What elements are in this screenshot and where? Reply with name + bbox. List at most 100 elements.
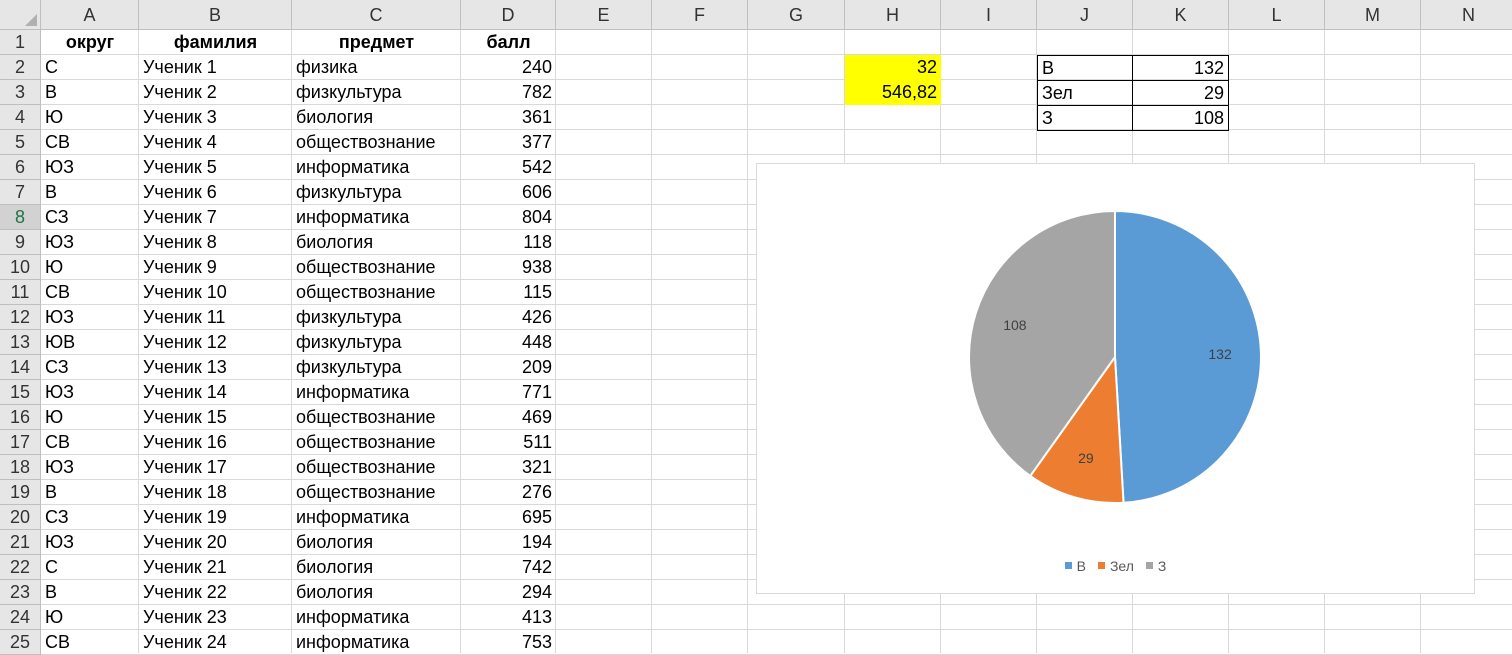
cell-familiya[interactable]: Ученик 15 bbox=[139, 405, 292, 430]
column-header-n[interactable]: N bbox=[1421, 0, 1512, 30]
cell-predmet[interactable]: физика bbox=[292, 55, 461, 80]
cell-predmet[interactable]: физкультура bbox=[292, 355, 461, 380]
cell-ball[interactable]: 377 bbox=[461, 130, 556, 155]
cell-familiya[interactable]: Ученик 16 bbox=[139, 430, 292, 455]
cell-ball[interactable]: 511 bbox=[461, 430, 556, 455]
cell-okrug[interactable]: С bbox=[41, 555, 139, 580]
row-header-20[interactable]: 20 bbox=[0, 505, 41, 530]
cell-okrug[interactable]: СЗ bbox=[41, 355, 139, 380]
row-header-6[interactable]: 6 bbox=[0, 155, 41, 180]
row-header-10[interactable]: 10 bbox=[0, 255, 41, 280]
cell-familiya[interactable]: Ученик 2 bbox=[139, 80, 292, 105]
cell-okrug[interactable]: В bbox=[41, 480, 139, 505]
legend-item-2[interactable]: Зел bbox=[1097, 558, 1134, 574]
cell-okrug[interactable]: ЮВ bbox=[41, 330, 139, 355]
column-header-b[interactable]: B bbox=[139, 0, 292, 30]
cell-ball[interactable]: 413 bbox=[461, 605, 556, 630]
cell-familiya[interactable]: Ученик 23 bbox=[139, 605, 292, 630]
cell-predmet[interactable]: информатика bbox=[292, 630, 461, 655]
cell-predmet[interactable]: биология bbox=[292, 230, 461, 255]
cell-okrug[interactable]: ЮЗ bbox=[41, 380, 139, 405]
cell-familiya[interactable]: Ученик 12 bbox=[139, 330, 292, 355]
row-header-9[interactable]: 9 bbox=[0, 230, 41, 255]
cell-predmet[interactable]: информатика bbox=[292, 605, 461, 630]
cell-predmet[interactable]: обществознание bbox=[292, 130, 461, 155]
cell-predmet[interactable]: информатика bbox=[292, 205, 461, 230]
row-header-4[interactable]: 4 bbox=[0, 105, 41, 130]
cell-familiya[interactable]: Ученик 14 bbox=[139, 380, 292, 405]
summary-value[interactable]: 132 bbox=[1132, 55, 1229, 81]
cell-familiya[interactable]: Ученик 6 bbox=[139, 180, 292, 205]
row-header-7[interactable]: 7 bbox=[0, 180, 41, 205]
cell-okrug[interactable]: С bbox=[41, 55, 139, 80]
cell-ball[interactable]: 782 bbox=[461, 80, 556, 105]
legend-item-1[interactable]: В bbox=[1064, 558, 1086, 574]
cell-ball[interactable]: 194 bbox=[461, 530, 556, 555]
cell-ball[interactable]: 448 bbox=[461, 330, 556, 355]
row-header-24[interactable]: 24 bbox=[0, 605, 41, 630]
cell-familiya[interactable]: Ученик 3 bbox=[139, 105, 292, 130]
cell-ball[interactable]: 606 bbox=[461, 180, 556, 205]
cell-predmet[interactable]: физкультура bbox=[292, 180, 461, 205]
cell-h3[interactable]: 546,82 bbox=[845, 80, 941, 105]
cell-okrug[interactable]: Ю bbox=[41, 255, 139, 280]
row-header-3[interactable]: 3 bbox=[0, 80, 41, 105]
cell-predmet[interactable]: обществознание bbox=[292, 255, 461, 280]
cell-familiya[interactable]: Ученик 22 bbox=[139, 580, 292, 605]
column-header-c[interactable]: C bbox=[292, 0, 461, 30]
cell-familiya[interactable]: Ученик 19 bbox=[139, 505, 292, 530]
cell-familiya[interactable]: Ученик 9 bbox=[139, 255, 292, 280]
header-predmet[interactable]: предмет bbox=[292, 30, 461, 55]
column-header-k[interactable]: K bbox=[1133, 0, 1229, 30]
cell-ball[interactable]: 276 bbox=[461, 480, 556, 505]
cell-familiya[interactable]: Ученик 18 bbox=[139, 480, 292, 505]
cell-predmet[interactable]: обществознание bbox=[292, 480, 461, 505]
cell-okrug[interactable]: Ю bbox=[41, 605, 139, 630]
cell-ball[interactable]: 240 bbox=[461, 55, 556, 80]
cell-h2[interactable]: 32 bbox=[845, 55, 941, 80]
cell-familiya[interactable]: Ученик 4 bbox=[139, 130, 292, 155]
pie-slice-1[interactable] bbox=[1114, 209, 1262, 504]
cell-okrug[interactable]: ЮЗ bbox=[41, 305, 139, 330]
cell-ball[interactable]: 938 bbox=[461, 255, 556, 280]
column-header-e[interactable]: E bbox=[556, 0, 652, 30]
summary-label[interactable]: В bbox=[1037, 55, 1133, 81]
summary-value[interactable]: 29 bbox=[1132, 80, 1229, 106]
row-header-2[interactable]: 2 bbox=[0, 55, 41, 80]
row-header-8[interactable]: 8 bbox=[0, 205, 41, 230]
cell-predmet[interactable]: информатика bbox=[292, 380, 461, 405]
row-header-19[interactable]: 19 bbox=[0, 480, 41, 505]
cell-okrug[interactable]: ЮЗ bbox=[41, 530, 139, 555]
header-okrug[interactable]: округ bbox=[41, 30, 139, 55]
cell-okrug[interactable]: СВ bbox=[41, 130, 139, 155]
row-header-17[interactable]: 17 bbox=[0, 430, 41, 455]
cell-ball[interactable]: 426 bbox=[461, 305, 556, 330]
column-header-i[interactable]: I bbox=[941, 0, 1037, 30]
column-header-l[interactable]: L bbox=[1229, 0, 1325, 30]
row-header-21[interactable]: 21 bbox=[0, 530, 41, 555]
cell-ball[interactable]: 209 bbox=[461, 355, 556, 380]
pie-chart[interactable]: 132 29 108 В Зел З bbox=[756, 163, 1475, 594]
cell-okrug[interactable]: СВ bbox=[41, 280, 139, 305]
column-header-a[interactable]: A bbox=[41, 0, 139, 30]
cell-predmet[interactable]: обществознание bbox=[292, 430, 461, 455]
column-header-h[interactable]: H bbox=[845, 0, 941, 30]
cell-ball[interactable]: 753 bbox=[461, 630, 556, 655]
cell-familiya[interactable]: Ученик 7 bbox=[139, 205, 292, 230]
row-header-23[interactable]: 23 bbox=[0, 580, 41, 605]
cell-ball[interactable]: 361 bbox=[461, 105, 556, 130]
cell-ball[interactable]: 771 bbox=[461, 380, 556, 405]
cell-familiya[interactable]: Ученик 17 bbox=[139, 455, 292, 480]
cell-okrug[interactable]: Ю bbox=[41, 405, 139, 430]
cell-predmet[interactable]: обществознание bbox=[292, 405, 461, 430]
cell-predmet[interactable]: биология bbox=[292, 530, 461, 555]
cell-predmet[interactable]: биология bbox=[292, 105, 461, 130]
cell-familiya[interactable]: Ученик 24 bbox=[139, 630, 292, 655]
cell-okrug[interactable]: СЗ bbox=[41, 505, 139, 530]
cell-ball[interactable]: 742 bbox=[461, 555, 556, 580]
row-header-22[interactable]: 22 bbox=[0, 555, 41, 580]
cell-ball[interactable]: 115 bbox=[461, 280, 556, 305]
row-header-5[interactable]: 5 bbox=[0, 130, 41, 155]
cell-okrug[interactable]: СВ bbox=[41, 430, 139, 455]
row-header-13[interactable]: 13 bbox=[0, 330, 41, 355]
